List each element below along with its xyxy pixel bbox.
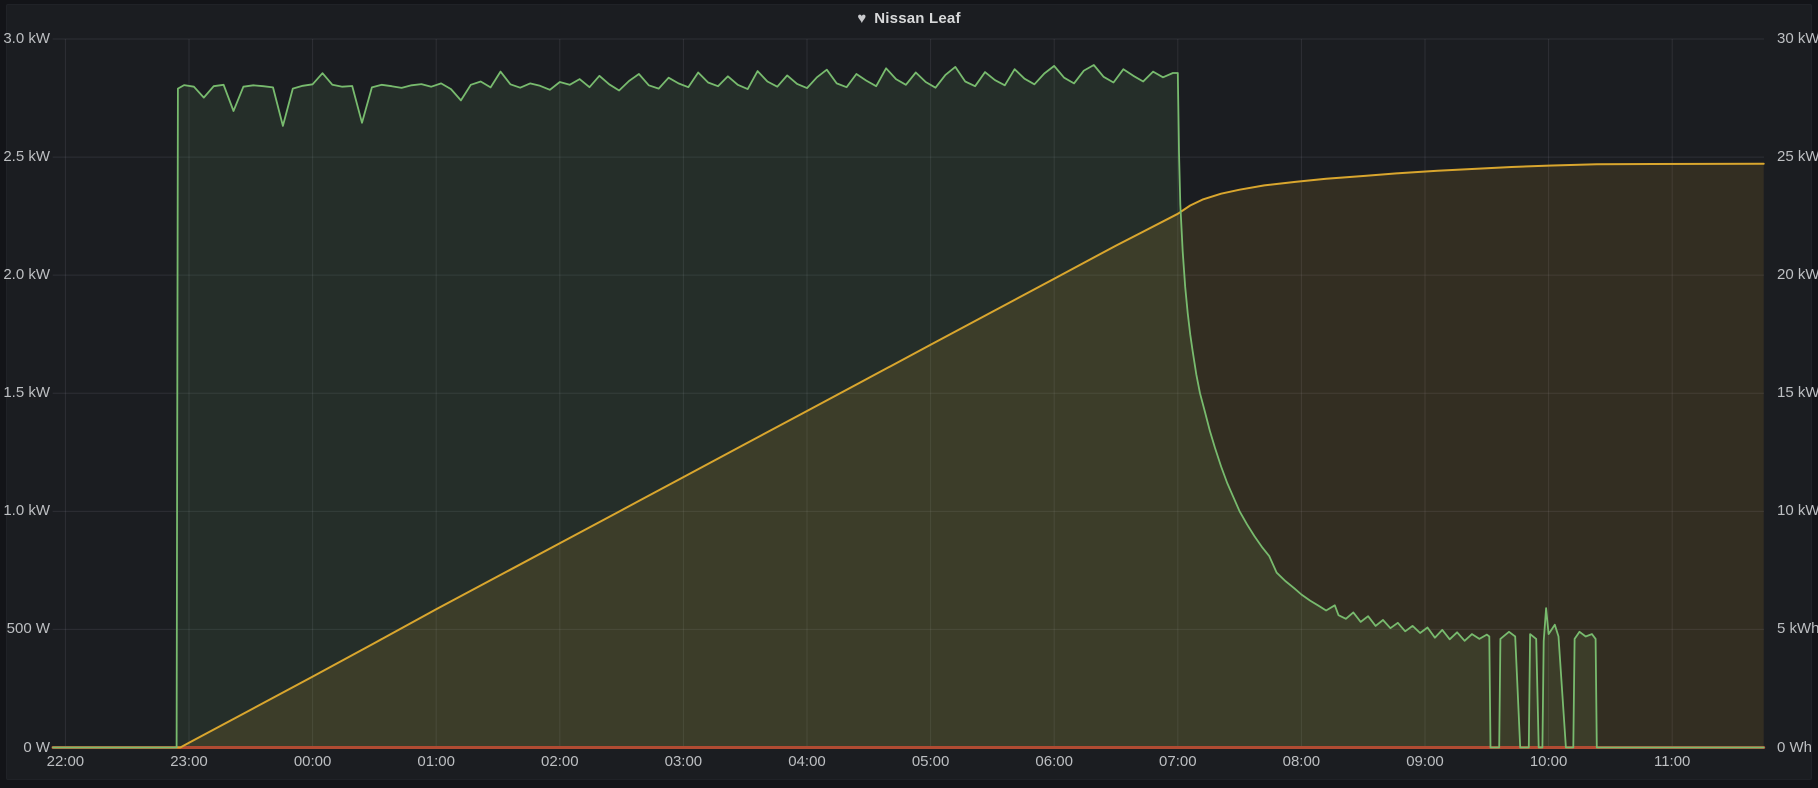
x-axis-tick: 10:00 xyxy=(1519,753,1579,771)
time-series-chart: 0 W500 W1.0 kW1.5 kW2.0 kW2.5 kW3.0 kW 0… xyxy=(0,0,1818,788)
left-axis-tick: 500 W xyxy=(0,620,50,638)
x-axis-tick: 04:00 xyxy=(777,753,837,771)
right-axis-tick: 25 kWh xyxy=(1777,148,1818,166)
page-background: ♥ Nissan Leaf 0 W500 W1.0 kW1.5 kW2.0 kW… xyxy=(0,0,1818,788)
right-axis-tick: 10 kWh xyxy=(1777,502,1818,520)
x-axis-tick: 01:00 xyxy=(406,753,466,771)
right-axis-tick: 0 Wh xyxy=(1777,739,1812,757)
x-axis-tick: 03:00 xyxy=(653,753,713,771)
x-axis-tick: 07:00 xyxy=(1148,753,1208,771)
x-axis-tick: 09:00 xyxy=(1395,753,1455,771)
x-axis-tick: 23:00 xyxy=(159,753,219,771)
left-axis-tick: 3.0 kW xyxy=(0,30,50,48)
x-axis-tick: 00:00 xyxy=(283,753,343,771)
right-axis-tick: 5 kWh xyxy=(1777,620,1818,638)
left-axis-tick: 2.0 kW xyxy=(0,266,50,284)
left-axis-tick: 2.5 kW xyxy=(0,148,50,166)
x-axis-tick: 05:00 xyxy=(901,753,961,771)
right-axis-tick: 20 kWh xyxy=(1777,266,1818,284)
x-axis-tick: 11:00 xyxy=(1642,753,1702,771)
right-axis-tick: 30 kWh xyxy=(1777,30,1818,48)
x-axis-tick: 06:00 xyxy=(1024,753,1084,771)
x-axis-tick: 02:00 xyxy=(530,753,590,771)
right-axis-tick: 15 kWh xyxy=(1777,384,1818,402)
x-axis-tick: 22:00 xyxy=(35,753,95,771)
left-axis-tick: 1.5 kW xyxy=(0,384,50,402)
left-axis-tick: 1.0 kW xyxy=(0,502,50,520)
plot-canvas[interactable] xyxy=(0,0,1818,788)
x-axis-tick: 08:00 xyxy=(1271,753,1331,771)
